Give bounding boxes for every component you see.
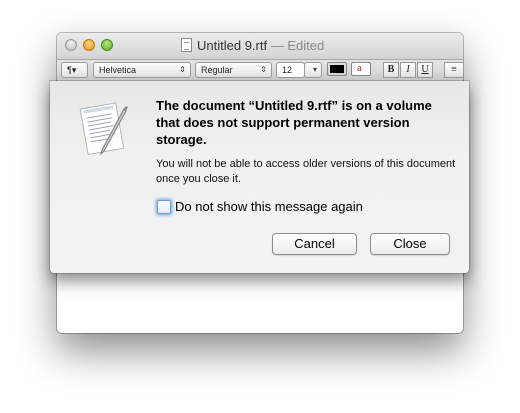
paragraph-styles-popup[interactable]: ¶▾ xyxy=(61,62,88,78)
font-style-popup[interactable]: Regular ⇕ xyxy=(195,62,272,78)
align-left-icon[interactable]: ≡ xyxy=(444,62,463,78)
format-bar: ¶▾ Helvetica ⇕ Regular ⇕ 12 ▾ a B I U ≡ xyxy=(57,60,463,83)
underline-button[interactable]: U xyxy=(417,62,433,78)
bold-button[interactable]: B xyxy=(383,62,399,78)
no-highlight-icon: a xyxy=(357,63,362,74)
font-family-popup[interactable]: Helvetica ⇕ xyxy=(93,62,191,78)
dont-show-again-checkbox[interactable] xyxy=(157,200,171,214)
textedit-icon xyxy=(79,102,128,156)
document-proxy-icon[interactable] xyxy=(181,38,192,52)
zoom-window-icon[interactable] xyxy=(101,39,113,51)
title-bar[interactable]: Untitled 9.rtf — Edited xyxy=(57,33,463,60)
dont-show-again-label[interactable]: Do not show this message again xyxy=(175,199,363,214)
alert-message: You will not be able to access older ver… xyxy=(156,158,456,185)
window-edited-suffix: — Edited xyxy=(270,38,325,53)
window-title: Untitled 9.rtf — Edited xyxy=(197,38,324,53)
popup-arrows-icon: ⇕ xyxy=(260,65,267,74)
minimize-window-icon[interactable] xyxy=(83,39,95,51)
alert-heading: The document “Untitled 9.rtf” is on a vo… xyxy=(156,98,432,147)
italic-button[interactable]: I xyxy=(400,62,416,78)
popup-arrows-icon: ⇕ xyxy=(179,65,186,74)
chevron-down-icon: ▾ xyxy=(312,65,317,74)
highlight-color-well[interactable]: a xyxy=(351,62,371,76)
font-size-stepper[interactable]: ▾ xyxy=(304,62,322,78)
alert-sheet: The document “Untitled 9.rtf” is on a vo… xyxy=(50,81,469,273)
font-size-field[interactable]: 12 xyxy=(276,62,305,78)
close-button[interactable]: Close xyxy=(370,233,450,255)
close-window-icon[interactable] xyxy=(65,39,77,51)
font-style-value: Regular xyxy=(201,65,233,75)
font-family-value: Helvetica xyxy=(99,65,137,75)
window-title-name: Untitled 9.rtf xyxy=(197,38,268,53)
cancel-button[interactable]: Cancel xyxy=(272,233,357,255)
text-color-swatch xyxy=(330,65,344,73)
text-color-well[interactable] xyxy=(327,62,347,76)
